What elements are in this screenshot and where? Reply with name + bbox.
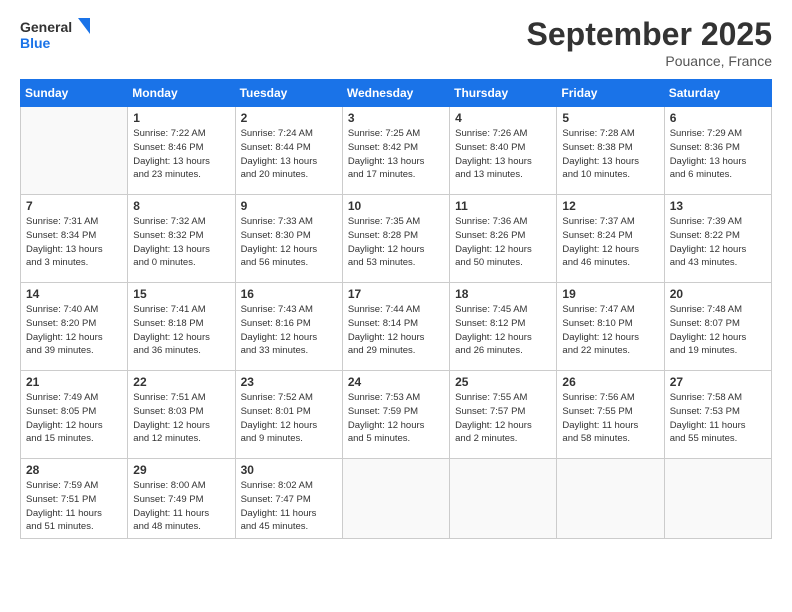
calendar-header-row: Sunday Monday Tuesday Wednesday Thursday… [21,80,772,107]
table-row: 21Sunrise: 7:49 AM Sunset: 8:05 PM Dayli… [21,371,128,459]
table-row [557,459,664,539]
table-row: 17Sunrise: 7:44 AM Sunset: 8:14 PM Dayli… [342,283,449,371]
table-row: 23Sunrise: 7:52 AM Sunset: 8:01 PM Dayli… [235,371,342,459]
header: General Blue September 2025 Pouance, Fra… [20,16,772,69]
table-row: 7Sunrise: 7:31 AM Sunset: 8:34 PM Daylig… [21,195,128,283]
table-row: 26Sunrise: 7:56 AM Sunset: 7:55 PM Dayli… [557,371,664,459]
title-block: September 2025 Pouance, France [527,16,772,69]
table-row: 10Sunrise: 7:35 AM Sunset: 8:28 PM Dayli… [342,195,449,283]
table-row: 6Sunrise: 7:29 AM Sunset: 8:36 PM Daylig… [664,107,771,195]
table-row [450,459,557,539]
table-row: 5Sunrise: 7:28 AM Sunset: 8:38 PM Daylig… [557,107,664,195]
logo: General Blue [20,16,90,52]
page: General Blue September 2025 Pouance, Fra… [0,0,792,612]
month-title: September 2025 [527,16,772,53]
table-row: 1Sunrise: 7:22 AM Sunset: 8:46 PM Daylig… [128,107,235,195]
table-row: 20Sunrise: 7:48 AM Sunset: 8:07 PM Dayli… [664,283,771,371]
location-subtitle: Pouance, France [527,53,772,69]
table-row: 8Sunrise: 7:32 AM Sunset: 8:32 PM Daylig… [128,195,235,283]
table-row: 4Sunrise: 7:26 AM Sunset: 8:40 PM Daylig… [450,107,557,195]
table-row: 9Sunrise: 7:33 AM Sunset: 8:30 PM Daylig… [235,195,342,283]
table-row: 15Sunrise: 7:41 AM Sunset: 8:18 PM Dayli… [128,283,235,371]
col-tuesday: Tuesday [235,80,342,107]
table-row: 24Sunrise: 7:53 AM Sunset: 7:59 PM Dayli… [342,371,449,459]
logo-svg: General Blue [20,16,90,52]
svg-text:General: General [20,19,72,35]
table-row: 19Sunrise: 7:47 AM Sunset: 8:10 PM Dayli… [557,283,664,371]
table-row: 30Sunrise: 8:02 AM Sunset: 7:47 PM Dayli… [235,459,342,539]
table-row: 25Sunrise: 7:55 AM Sunset: 7:57 PM Dayli… [450,371,557,459]
calendar-table: Sunday Monday Tuesday Wednesday Thursday… [20,79,772,539]
col-saturday: Saturday [664,80,771,107]
table-row [342,459,449,539]
table-row: 22Sunrise: 7:51 AM Sunset: 8:03 PM Dayli… [128,371,235,459]
table-row: 27Sunrise: 7:58 AM Sunset: 7:53 PM Dayli… [664,371,771,459]
col-friday: Friday [557,80,664,107]
table-row: 11Sunrise: 7:36 AM Sunset: 8:26 PM Dayli… [450,195,557,283]
table-row: 3Sunrise: 7:25 AM Sunset: 8:42 PM Daylig… [342,107,449,195]
table-row: 13Sunrise: 7:39 AM Sunset: 8:22 PM Dayli… [664,195,771,283]
table-row: 29Sunrise: 8:00 AM Sunset: 7:49 PM Dayli… [128,459,235,539]
table-row: 16Sunrise: 7:43 AM Sunset: 8:16 PM Dayli… [235,283,342,371]
col-thursday: Thursday [450,80,557,107]
table-row: 14Sunrise: 7:40 AM Sunset: 8:20 PM Dayli… [21,283,128,371]
table-row: 12Sunrise: 7:37 AM Sunset: 8:24 PM Dayli… [557,195,664,283]
table-row: 28Sunrise: 7:59 AM Sunset: 7:51 PM Dayli… [21,459,128,539]
svg-text:Blue: Blue [20,35,51,51]
table-row [21,107,128,195]
table-row: 18Sunrise: 7:45 AM Sunset: 8:12 PM Dayli… [450,283,557,371]
table-row [664,459,771,539]
col-monday: Monday [128,80,235,107]
table-row: 2Sunrise: 7:24 AM Sunset: 8:44 PM Daylig… [235,107,342,195]
col-wednesday: Wednesday [342,80,449,107]
col-sunday: Sunday [21,80,128,107]
